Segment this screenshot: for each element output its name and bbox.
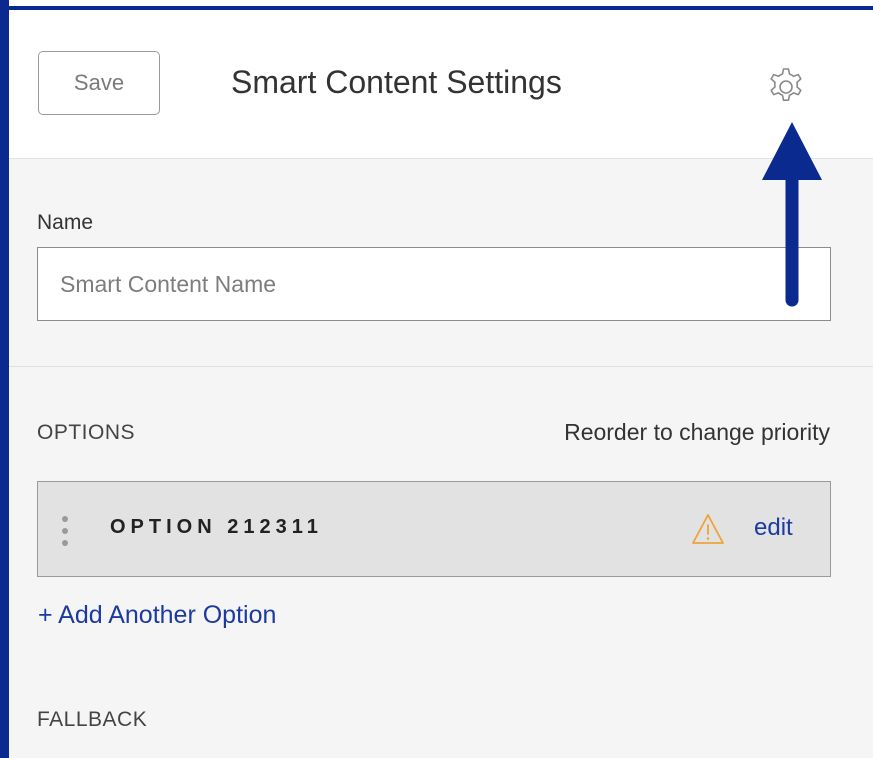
warning-icon: [692, 514, 724, 544]
options-section-label: OPTIONS: [37, 421, 136, 444]
add-another-option-link[interactable]: + Add Another Option: [38, 601, 276, 630]
panel-header: Save Smart Content Settings: [9, 10, 873, 159]
option-row[interactable]: OPTION 212311 edit: [37, 481, 831, 577]
smart-content-settings-panel: Save Smart Content Settings Name OPTIONS…: [0, 0, 873, 758]
save-button[interactable]: Save: [38, 51, 160, 115]
reorder-hint: Reorder to change priority: [564, 419, 830, 445]
fallback-section-label: FALLBACK: [37, 708, 148, 731]
drag-handle-icon[interactable]: [60, 515, 70, 547]
annotation-arrow-icon: [762, 122, 822, 307]
gear-icon[interactable]: [765, 66, 807, 108]
annotation-left-border: [0, 0, 9, 758]
edit-option-link[interactable]: edit: [754, 514, 793, 542]
smart-content-name-input[interactable]: [37, 247, 831, 321]
name-section: Name: [9, 159, 873, 367]
page-title: Smart Content Settings: [231, 64, 562, 100]
name-label: Name: [37, 211, 94, 234]
option-name: OPTION 212311: [110, 516, 323, 538]
